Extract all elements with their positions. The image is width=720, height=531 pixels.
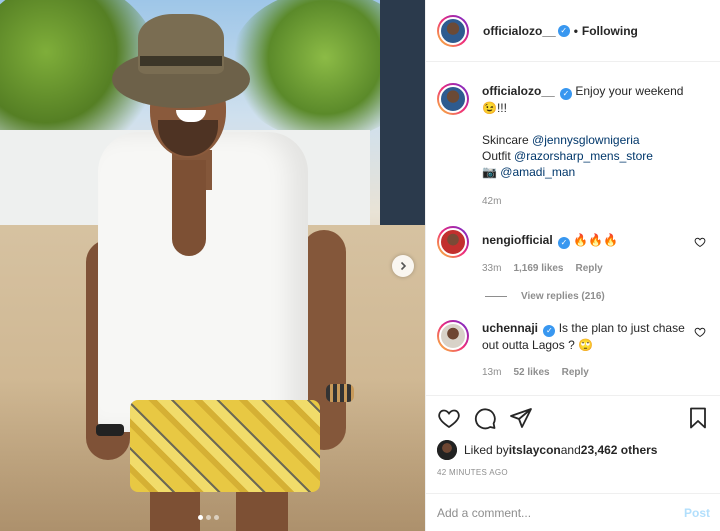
comment-icon[interactable] [473, 406, 497, 430]
bracelet [326, 384, 354, 402]
caption-first-line: officialozo__ ✓ Enjoy your weekend [482, 83, 687, 100]
view-replies-button[interactable]: View replies (216) [485, 291, 710, 302]
caption-username[interactable]: officialozo__ [482, 84, 555, 98]
commenter-avatar[interactable] [437, 320, 469, 352]
comment-likes[interactable]: 52 likes [513, 365, 549, 381]
following-button[interactable]: Following [582, 24, 638, 38]
mention-link[interactable]: @jennysglownigeria [532, 133, 640, 147]
author-username[interactable]: officialozo__ [483, 24, 556, 38]
person-shorts [130, 400, 320, 492]
likes-middle: and [560, 443, 581, 457]
comment-meta: 13m 52 likes Reply [482, 365, 687, 381]
commenter-avatar[interactable] [437, 226, 469, 258]
avatar-image [439, 85, 467, 113]
post-actions: Liked by itslaycon and 23,462 others 42 … [426, 395, 720, 477]
carousel-dot [206, 515, 211, 520]
comment-line: uchennaji ✓ Is the plan to just chase ou… [482, 320, 687, 353]
mention-link[interactable]: @razorsharp_mens_store [514, 149, 653, 163]
caption-body: officialozo__ ✓ Enjoy your weekend 😉!!! … [482, 83, 687, 210]
comment-likes[interactable]: 1,169 likes [513, 261, 563, 277]
post-photo[interactable] [0, 0, 425, 531]
commenter-username[interactable]: uchennaji [482, 321, 538, 335]
comment-time[interactable]: 33m [482, 261, 501, 277]
wristwatch [96, 424, 124, 436]
caption-outfit-line: Outfit @razorsharp_mens_store [482, 148, 687, 164]
comment-body: nengiofficial ✓ 🔥🔥🔥 33m 1,169 likes Repl… [482, 226, 687, 277]
chevron-right-icon [400, 261, 407, 271]
post-header: officialozo__ ✓ • Following [426, 0, 720, 62]
comment-time[interactable]: 13m [482, 365, 501, 381]
author-line: officialozo__ ✓ • Following [483, 24, 638, 38]
caption-text: Enjoy your weekend [575, 84, 684, 98]
avatar-image [439, 228, 467, 256]
heart-icon[interactable] [694, 326, 706, 338]
carousel-dot [198, 515, 203, 520]
hat-band [140, 56, 222, 66]
verified-badge-icon: ✓ [560, 88, 573, 100]
comment-item: uchennaji ✓ Is the plan to just chase ou… [437, 320, 710, 381]
carousel-next-button[interactable] [392, 255, 414, 277]
author-avatar[interactable] [437, 14, 469, 47]
heart-icon[interactable] [437, 406, 461, 430]
carousel-dots [198, 515, 219, 520]
caption-camera-line: 📷 @amadi_man [482, 164, 687, 180]
caption-time[interactable]: 42m [482, 194, 501, 210]
verified-badge-icon: ✓ [557, 24, 570, 37]
caption-meta: 42m [482, 194, 687, 210]
avatar-image [437, 440, 457, 460]
commenter-username[interactable]: nengiofficial [482, 233, 553, 247]
caption-text-line2: 😉!!! [482, 101, 507, 115]
likes-prefix: Liked by [464, 443, 509, 457]
likes-summary: Liked by itslaycon and 23,462 others [437, 440, 710, 460]
separator: • [573, 23, 578, 38]
verified-badge-icon: ✓ [543, 325, 556, 337]
action-icons [437, 404, 710, 432]
comment-body: uchennaji ✓ Is the plan to just chase ou… [482, 320, 687, 381]
mention-link[interactable]: @amadi_man [500, 165, 575, 179]
caption-skincare-line: Skincare @jennysglownigeria [482, 132, 687, 148]
background-building [380, 0, 425, 230]
heart-icon[interactable] [694, 236, 706, 248]
likes-count-button[interactable]: 23,462 others [581, 443, 658, 457]
share-icon[interactable] [509, 406, 533, 430]
post-timestamp[interactable]: 42 MINUTES AGO [437, 468, 710, 477]
caption-avatar[interactable] [437, 83, 469, 115]
camera-emoji: 📷 [482, 165, 501, 179]
person-leg [150, 488, 200, 531]
carousel-dot [214, 515, 219, 520]
caption: officialozo__ ✓ Enjoy your weekend 😉!!! … [437, 83, 710, 210]
comment-reply-button[interactable]: Reply [576, 261, 603, 277]
comment-line: nengiofficial ✓ 🔥🔥🔥 [482, 232, 687, 249]
divider-line [485, 296, 507, 297]
post-modal: officialozo__ ✓ • Following officialozo_… [0, 0, 720, 531]
verified-badge-icon: ✓ [558, 237, 571, 249]
comment-input[interactable] [437, 505, 684, 520]
liker-avatar[interactable] [437, 440, 457, 460]
comment-item: nengiofficial ✓ 🔥🔥🔥 33m 1,169 likes Repl… [437, 226, 710, 277]
comment-meta: 33m 1,169 likes Reply [482, 261, 687, 277]
avatar-image [439, 322, 467, 350]
comments-list[interactable]: officialozo__ ✓ Enjoy your weekend 😉!!! … [426, 63, 720, 395]
add-comment-bar: Post [426, 493, 720, 531]
comment-reply-button[interactable]: Reply [562, 365, 589, 381]
avatar-image [439, 16, 467, 45]
post-side-panel: officialozo__ ✓ • Following officialozo_… [425, 0, 720, 531]
person-chest [172, 160, 206, 256]
bookmark-icon[interactable] [686, 406, 710, 430]
liker-username[interactable]: itslaycon [509, 443, 561, 457]
view-replies-label: View replies (216) [521, 291, 605, 302]
caption-outfit-label: Outfit [482, 149, 515, 163]
caption-skincare-label: Skincare [482, 133, 533, 147]
comment-text: 🔥🔥🔥 [573, 233, 619, 247]
post-comment-button[interactable]: Post [684, 506, 710, 520]
